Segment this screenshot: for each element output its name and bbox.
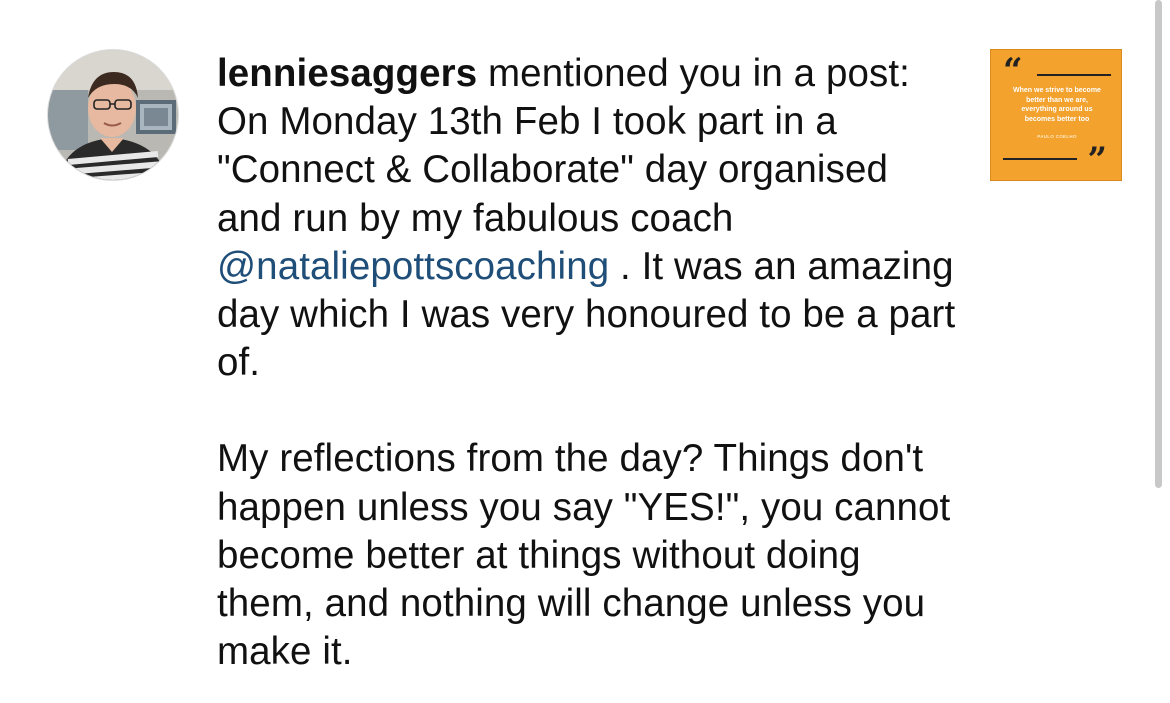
avatar-photo <box>48 50 178 180</box>
open-quote-icon: “ <box>1003 51 1023 91</box>
mention-link[interactable]: @nataliepottscoaching <box>217 245 609 288</box>
thumbnail-quote: When we strive to become better than we … <box>1013 87 1101 123</box>
avatar[interactable] <box>47 49 179 181</box>
post-thumbnail[interactable]: “ When we strive to become better than w… <box>990 49 1122 181</box>
notification-text[interactable]: lenniesaggers mentioned you in a post: O… <box>217 50 957 676</box>
vertical-scrollbar[interactable] <box>1155 0 1162 488</box>
username-link[interactable]: lenniesaggers <box>217 52 477 95</box>
notification-paragraph-2: My reflections from the day? Things don'… <box>217 437 951 674</box>
divider <box>1037 74 1111 76</box>
notification-paragraph-1: lenniesaggers mentioned you in a post: O… <box>217 50 957 387</box>
close-quote-icon: ” <box>1087 140 1107 180</box>
divider <box>1003 158 1077 160</box>
